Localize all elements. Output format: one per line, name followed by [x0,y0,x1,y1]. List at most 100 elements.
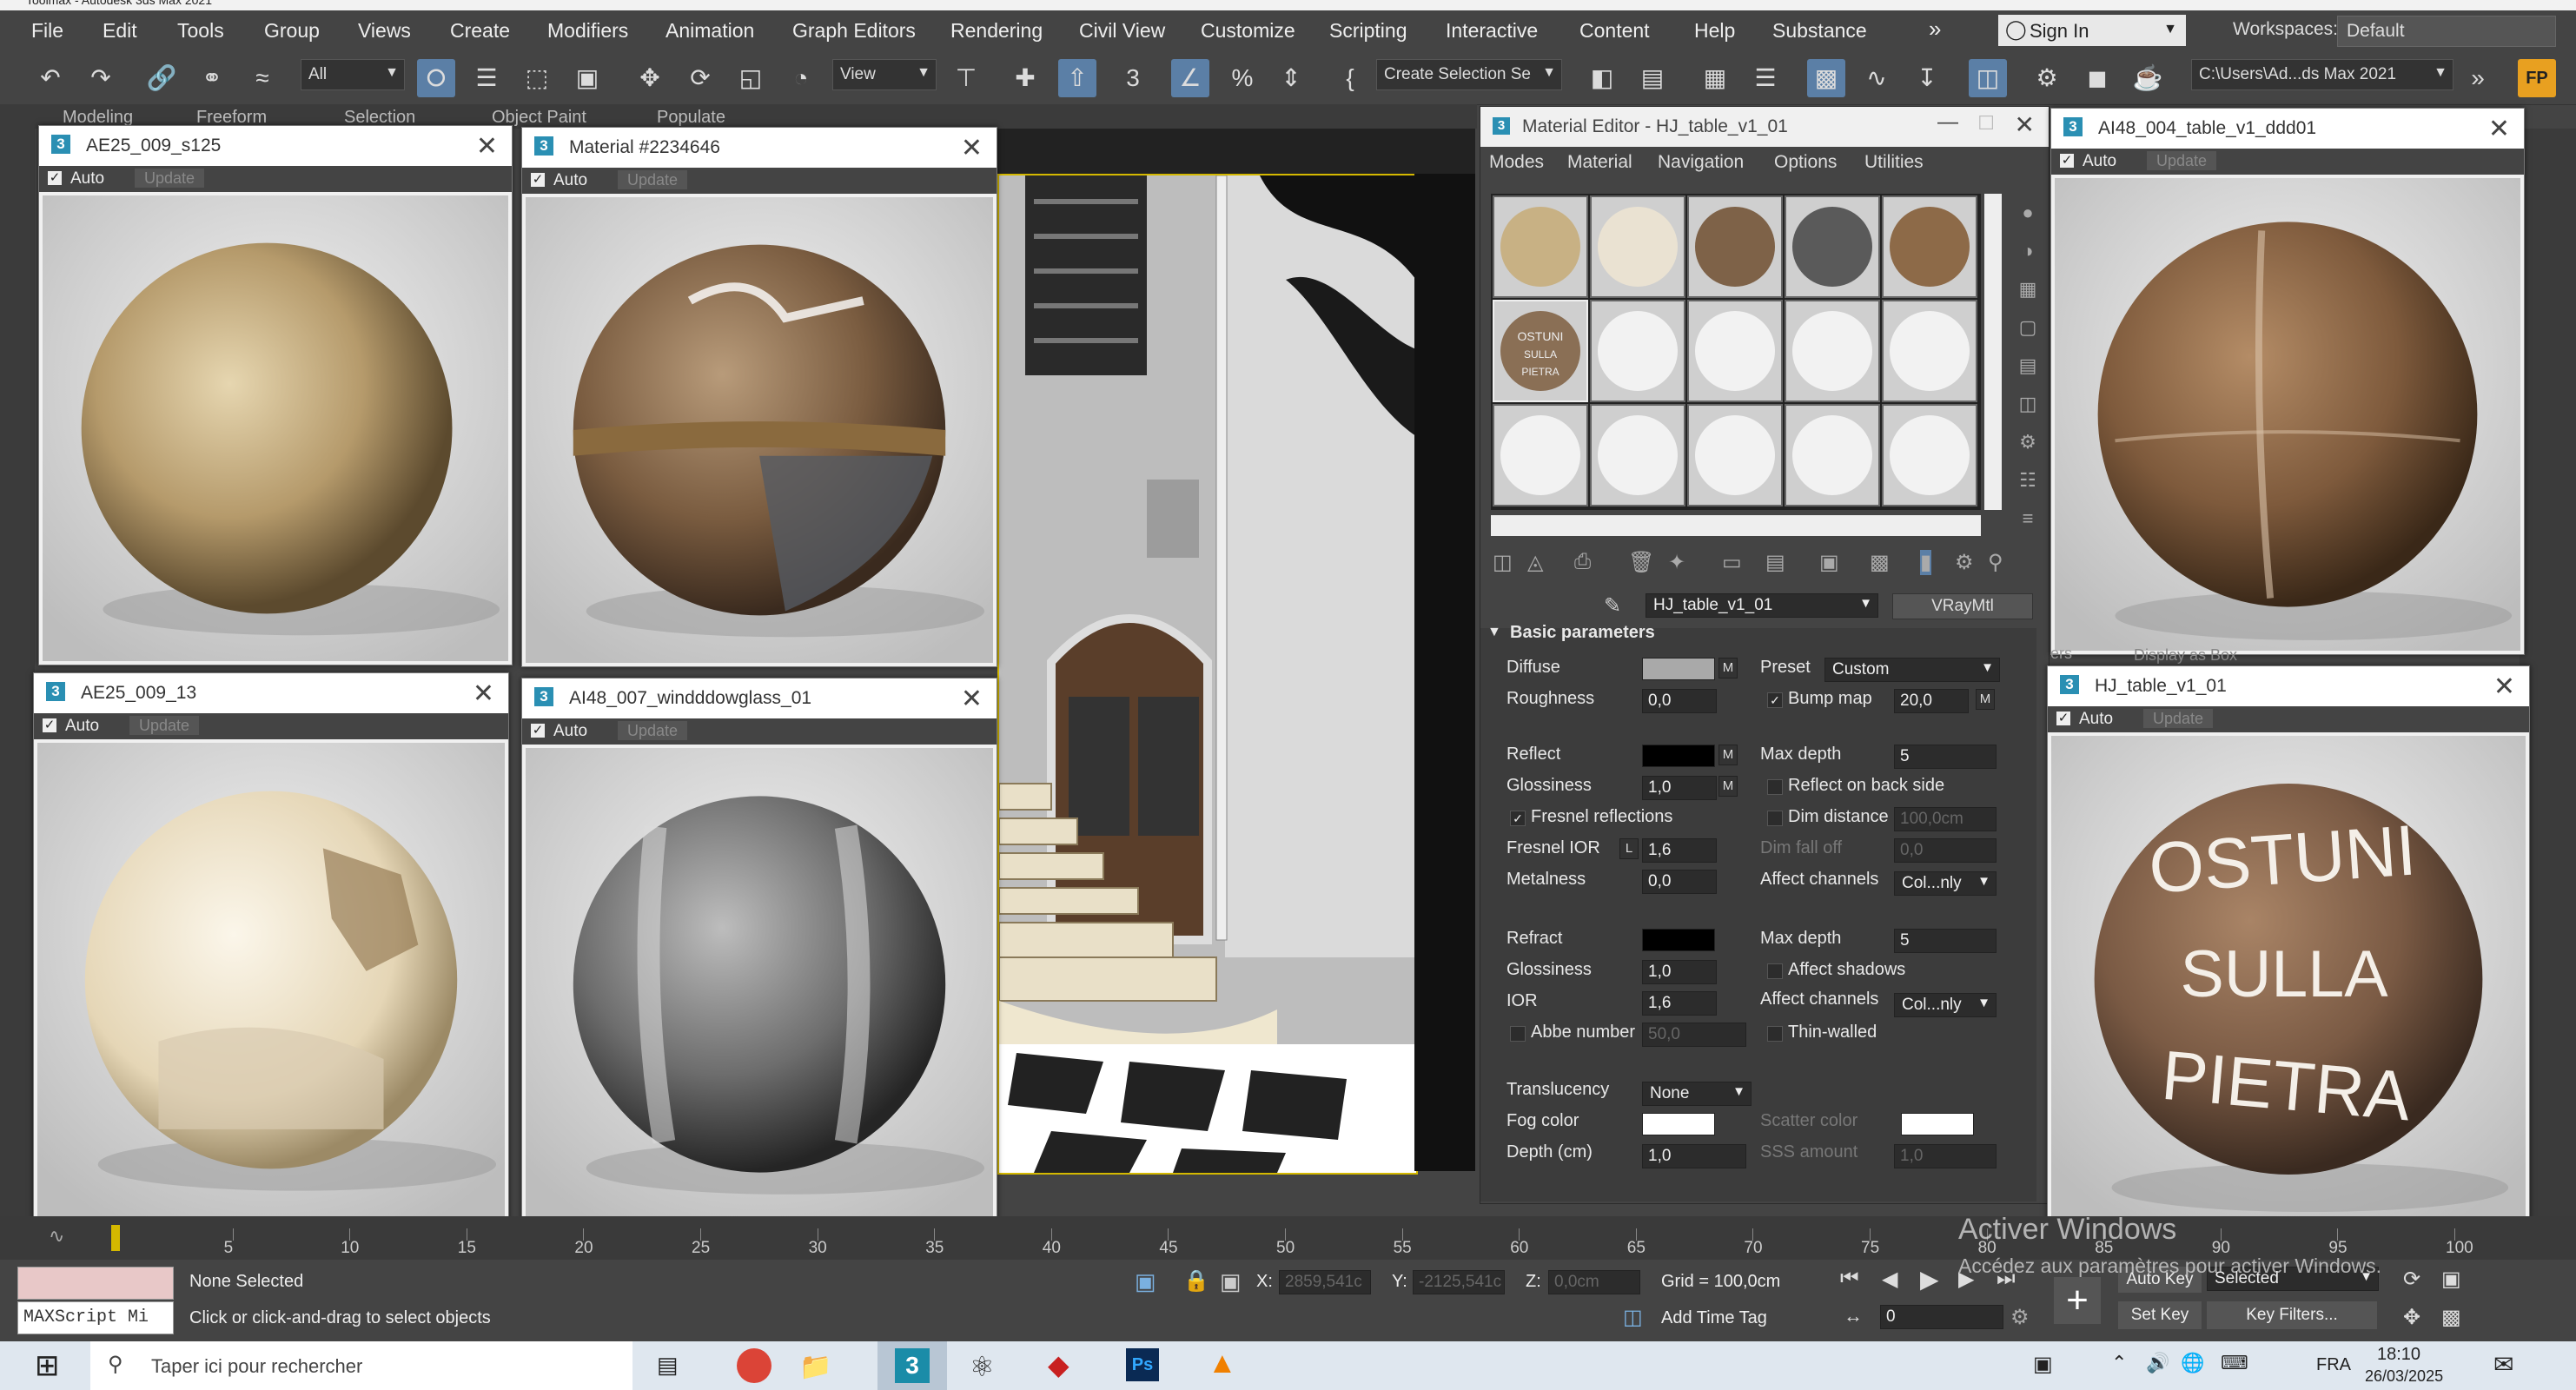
material-preview-window[interactable]: 3 AE25_009_s125 ✕ ✓ Auto Update [38,125,513,665]
lock-selection-icon[interactable]: 🔒 [1183,1268,1209,1294]
workspace-dropdown[interactable]: Default [2337,16,2556,47]
scatter-color-swatch[interactable] [1901,1113,1974,1135]
people-icon[interactable]: ▣ [2033,1352,2053,1377]
volume-icon[interactable]: 🔊 [2146,1352,2169,1374]
diffuse-map-button[interactable]: M [1718,658,1738,678]
reset-map-icon[interactable]: 🗑 [1628,550,1654,575]
bump-map-checkbox[interactable]: ✓ [1767,692,1783,708]
sample-slot-active[interactable]: OSTUNI SULLA PIETRA [1493,300,1588,402]
refract-affect-channels-dropdown[interactable]: Col...nly ▼ [1894,993,1997,1017]
reflect-glossiness-map-button[interactable]: M [1718,776,1738,797]
menu-tools[interactable]: Tools [177,19,224,43]
uv-tiling-icon[interactable]: ▢ [2012,308,2043,347]
time-tag-icon[interactable]: ◫ [1623,1305,1643,1330]
minimize-icon[interactable]: — [1937,110,1958,135]
close-icon[interactable]: ✕ [2488,114,2510,144]
play-icon[interactable]: ▶ [1920,1265,1939,1294]
update-button[interactable]: Update [2147,151,2216,170]
menu-customize[interactable]: Customize [1201,19,1295,43]
maxscript-mini-listener[interactable]: MAXScript Mi [17,1301,174,1334]
render-production-icon[interactable]: ☕ [2129,59,2167,97]
x-coordinate-field[interactable]: 2859,541c [1279,1270,1371,1294]
windows-start-icon[interactable]: ⊞ [35,1348,60,1383]
close-icon[interactable]: ✕ [2493,672,2515,702]
menu-help[interactable]: Help [1694,19,1735,43]
close-icon[interactable]: ✕ [473,678,494,709]
update-button[interactable]: Update [618,721,687,740]
material-name-field[interactable]: HJ_table_v1_01 ▼ [1646,593,1878,618]
diffuse-swatch[interactable] [1642,658,1715,680]
material-preview-window[interactable]: 3 HJ_table_v1_01 ✕ ✓ Auto Update OSTUNI … [2047,665,2530,1223]
backlight-icon[interactable]: ◑ [2012,232,2043,270]
menu-scripting[interactable]: Scripting [1329,19,1407,43]
key-mode-icon[interactable]: ↔ [1844,1305,1863,1327]
preset-dropdown[interactable]: Custom ▼ [1824,658,2000,682]
move-icon[interactable]: ✥ [631,59,669,97]
close-icon[interactable]: ✕ [961,133,983,163]
close-icon[interactable]: ✕ [2015,110,2035,139]
menu-interactive[interactable]: Interactive [1446,19,1538,43]
sample-slot[interactable] [1882,404,1977,506]
named-selection-icon[interactable]: {​ [1331,59,1369,97]
fog-color-swatch[interactable] [1642,1113,1715,1135]
toolbar-more-icon[interactable]: » [2459,59,2497,97]
assign-to-selection-icon[interactable]: ⎙ [1574,550,1591,574]
roughness-spinner[interactable]: 0,0 [1642,689,1717,713]
sample-slot[interactable] [1687,300,1783,402]
vlc-icon[interactable]: ▲ [1208,1347,1237,1380]
percent-snap-icon[interactable]: % [1223,59,1262,97]
affect-shadows-checkbox[interactable] [1767,963,1783,979]
project-path-dropdown[interactable]: C:\Users\Ad...ds Max 2021 ▼ [2191,59,2453,90]
menu-edit[interactable]: Edit [103,19,137,43]
ribbon-tab-populate[interactable]: Populate [657,108,725,128]
menu-modifiers[interactable]: Modifiers [547,19,628,43]
curve-editor-icon[interactable]: ∿ [1858,59,1896,97]
maximize-viewport-icon[interactable]: ▩ [2441,1305,2461,1330]
make-preview-icon[interactable]: ◫ [2012,385,2043,423]
angle-snap-icon[interactable]: ∠ [1171,59,1209,97]
sample-type-icon[interactable]: ● [2012,194,2043,232]
me-menu-utilities[interactable]: Utilities [1864,152,1924,173]
material-editor-icon[interactable]: ◫ [1969,59,2007,97]
material-preview-window[interactable]: 3 Material #2234646 ✕ ✓ Auto Update [521,127,997,667]
menu-views[interactable]: Views [358,19,411,43]
refract-swatch[interactable] [1642,929,1715,951]
dim-falloff-spinner[interactable]: 0,0 [1894,838,1997,863]
sample-slot[interactable] [1785,195,1880,298]
add-time-tag[interactable]: Add Time Tag [1661,1308,1767,1328]
auto-checkbox[interactable]: ✓ [2060,154,2074,168]
menu-rendering[interactable]: Rendering [950,19,1043,43]
reflect-glossiness-spinner[interactable]: 1,0 [1642,776,1717,800]
slots-vertical-scrollbar[interactable] [1984,194,2002,510]
put-to-library-icon[interactable]: ▭ [1722,550,1742,575]
update-button[interactable]: Update [135,169,204,188]
named-selection-dropdown[interactable]: Create Selection Se ▼ [1376,59,1562,90]
me-menu-navigation[interactable]: Navigation [1658,152,1744,173]
file-explorer-icon[interactable]: 📁 [799,1352,831,1382]
layer-explorer-icon[interactable]: ☰ [1746,59,1785,97]
sample-slot[interactable] [1493,404,1588,506]
auto-checkbox[interactable]: ✓ [48,171,62,185]
pan-icon[interactable]: ✥ [2403,1305,2420,1330]
select-manipulate-icon[interactable]: ✚ [1006,59,1044,97]
app-red-icon[interactable]: ◆ [1048,1348,1069,1381]
me-menu-material[interactable]: Material [1567,152,1632,173]
toggle-ribbon-icon[interactable]: ▩ [1807,59,1845,97]
photoshop-icon[interactable]: Ps [1126,1348,1159,1381]
window-header[interactable]: 3 AI48_004_table_v1_ddd01 ✕ [2051,109,2524,149]
maximize-icon[interactable]: ☐ [1977,112,1995,135]
window-crossing-icon[interactable]: ▣ [568,59,606,97]
collapse-icon[interactable]: ▼ [1487,625,1501,640]
close-icon[interactable]: ✕ [476,131,498,162]
display-as-box-label[interactable]: Display as Box [2134,646,2237,665]
fresnel-ior-lock-button[interactable]: L [1619,838,1639,859]
window-header[interactable]: 3 AE25_009_s125 ✕ [39,126,512,166]
go-to-start-icon[interactable]: ⏮ [1840,1267,1859,1291]
thin-walled-checkbox[interactable] [1767,1026,1783,1042]
redo-icon[interactable]: ↷ [82,59,120,97]
align-icon[interactable]: ▤ [1633,59,1672,97]
material-preview-window[interactable]: 3 AI48_007_windddowglass_01 ✕ ✓ Auto Upd… [521,678,997,1225]
material-editor-header[interactable]: 3 Material Editor - HJ_table_v1_01 — ☐ ✕ [1480,107,2049,147]
go-to-parent-icon[interactable]: ▮ [1920,550,1932,575]
bump-map-spinner[interactable]: 20,0 [1894,689,1969,713]
